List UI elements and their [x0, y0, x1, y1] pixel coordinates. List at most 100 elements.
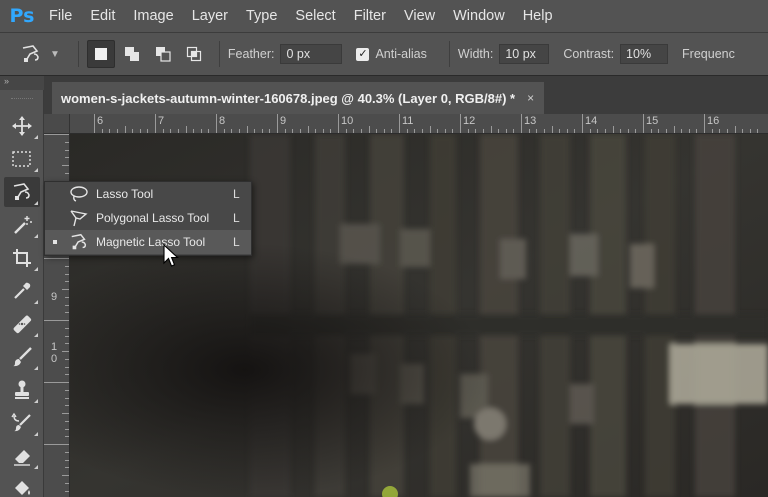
ruler-tick: [688, 129, 690, 133]
ruler-tick: [704, 114, 705, 133]
ruler-tick: [673, 126, 675, 133]
ruler-tick: [65, 374, 69, 376]
ruler-tick: [345, 129, 347, 133]
new-selection-button[interactable]: [86, 40, 115, 68]
ruler-tick: [749, 129, 751, 133]
menu-layer[interactable]: Layer: [183, 0, 237, 32]
contrast-label: Contrast:: [563, 47, 615, 61]
shortcut-key: L: [233, 211, 240, 225]
clone-stamp-tool[interactable]: [4, 375, 40, 405]
ruler-tick: [65, 343, 69, 345]
width-label: Width:: [457, 47, 494, 61]
horizontal-ruler[interactable]: 6 7 8 9 10 11 12 13 14 15 16: [70, 114, 768, 134]
brush-tool[interactable]: [4, 342, 40, 372]
menu-select[interactable]: Select: [286, 0, 344, 32]
menu-file[interactable]: File: [40, 0, 81, 32]
ruler-tick: [62, 351, 69, 352]
ruler-origin[interactable]: [44, 114, 70, 134]
ruler-tick: [261, 129, 263, 133]
lasso-icon: [70, 186, 88, 202]
ruler-tick: [406, 129, 408, 133]
lasso-tool-flyout: Lasso Tool L Polygonal Lasso Tool L Magn…: [44, 181, 252, 256]
ruler-tick: [65, 428, 69, 430]
ruler-tick: [254, 129, 256, 133]
tool-group-indicator: [33, 333, 38, 337]
menu-type[interactable]: Type: [237, 0, 286, 32]
ruler-tick: [124, 126, 126, 133]
eyedropper-tool[interactable]: [4, 276, 40, 306]
paint-bucket-tool[interactable]: [4, 474, 40, 497]
flyout-item-magnetic-lasso[interactable]: Magnetic Lasso Tool L: [45, 230, 251, 254]
healing-brush-tool[interactable]: [4, 309, 40, 339]
ruler-tick: [681, 129, 683, 133]
document-title: women-s-jackets-autumn-winter-160678.jpe…: [61, 90, 516, 106]
ruler-tick: [65, 327, 69, 329]
ruler-tick: [62, 289, 69, 290]
flyout-item-lasso[interactable]: Lasso Tool L: [45, 182, 251, 206]
contrast-input[interactable]: 10%: [620, 44, 669, 64]
ruler-tick: [155, 114, 156, 133]
ruler-number: 8: [219, 115, 226, 127]
width-input[interactable]: 10 px: [499, 44, 550, 64]
expand-panel-icon: »: [4, 76, 9, 86]
options-bar: ▼ Feather: 0 px ✓ Anti-alias Width: 10 p…: [0, 32, 768, 76]
antialias-checkbox[interactable]: ✓: [356, 47, 370, 61]
ruler-tick: [216, 114, 217, 133]
menu-image[interactable]: Image: [124, 0, 182, 32]
ruler-tick: [627, 129, 629, 133]
ruler-tick: [277, 114, 278, 133]
ruler-tick: [322, 129, 324, 133]
eraser-tool[interactable]: [4, 441, 40, 471]
history-brush-tool[interactable]: [4, 408, 40, 438]
marquee-tool[interactable]: [4, 144, 40, 174]
selected-bullet-icon: [53, 240, 57, 244]
ruler-tick: [65, 335, 69, 337]
ruler-tick: [566, 129, 568, 133]
subtract-from-selection-button[interactable]: [149, 40, 177, 68]
flyout-item-polygonal-lasso[interactable]: Polygonal Lasso Tool L: [45, 206, 251, 230]
ruler-tick: [238, 129, 240, 133]
ruler-tick: [475, 129, 477, 133]
intersect-selection-button[interactable]: [180, 40, 208, 68]
tool-preset-picker[interactable]: [14, 40, 48, 68]
ruler-tick: [292, 129, 294, 133]
crop-icon: [12, 249, 31, 267]
document-tab[interactable]: women-s-jackets-autumn-winter-160678.jpe…: [52, 82, 545, 114]
menu-window[interactable]: Window: [444, 0, 514, 32]
toolbar-header[interactable]: »: [0, 76, 44, 90]
menu-edit[interactable]: Edit: [81, 0, 124, 32]
ruler-tick: [65, 281, 69, 283]
magic-wand-tool[interactable]: [4, 210, 40, 240]
tool-group-indicator: [33, 300, 38, 304]
ruler-tick: [132, 129, 134, 133]
crop-tool[interactable]: [4, 243, 40, 273]
menu-view[interactable]: View: [395, 0, 444, 32]
lasso-tool[interactable]: [3, 177, 40, 207]
eyedropper-icon: [13, 282, 30, 299]
ruler-number: 11: [402, 115, 414, 127]
ruler-tick: [200, 129, 202, 133]
ruler-tick: [650, 129, 652, 133]
close-icon[interactable]: ×: [527, 91, 534, 105]
flyout-item-label: Lasso Tool: [96, 187, 154, 201]
antialias-label: Anti-alias: [375, 47, 427, 61]
ruler-tick: [719, 129, 721, 133]
ruler-tick: [353, 129, 355, 133]
polygonal-lasso-icon: [70, 210, 88, 227]
tool-group-indicator: [33, 234, 38, 238]
move-tool[interactable]: [4, 111, 40, 141]
add-to-selection-button[interactable]: [118, 40, 146, 68]
ruler-tick: [62, 413, 69, 414]
menu-filter[interactable]: Filter: [345, 0, 395, 32]
ruler-tick: [444, 129, 446, 133]
feather-input[interactable]: 0 px: [280, 44, 343, 64]
menu-help[interactable]: Help: [514, 0, 562, 32]
ruler-tick: [643, 114, 644, 133]
healing-brush-icon: [13, 315, 31, 334]
document-tab-bar: women-s-jackets-autumn-winter-160678.jpe…: [44, 76, 768, 114]
history-brush-icon: [10, 412, 31, 432]
chevron-down-icon[interactable]: ▼: [50, 49, 60, 60]
ruler-tick: [170, 129, 172, 133]
intersect-selection-icon: [186, 46, 202, 62]
toolbar-grip[interactable]: [10, 98, 33, 101]
